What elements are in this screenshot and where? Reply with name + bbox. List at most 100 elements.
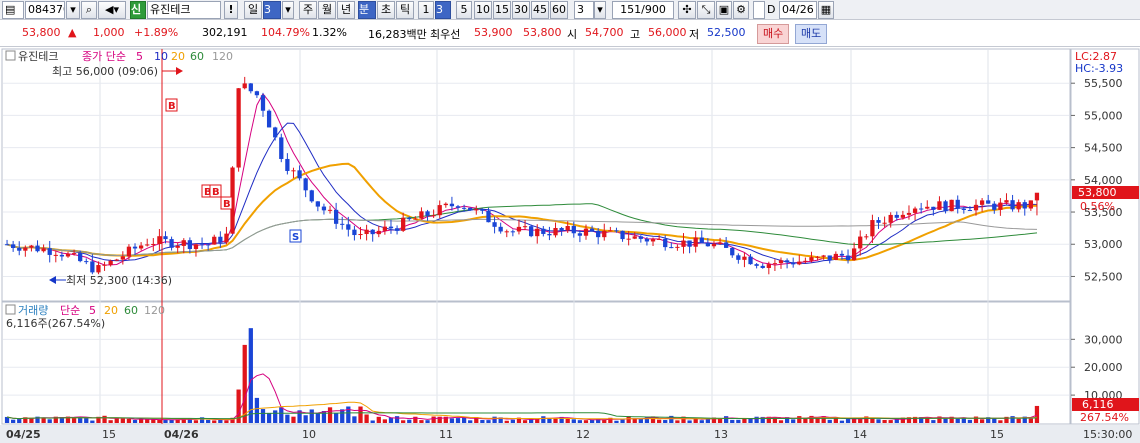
interval-1-button[interactable]: 1 (418, 1, 434, 19)
candle-body (461, 207, 467, 209)
period-minute-button[interactable]: 분 (358, 1, 376, 19)
period-week-button[interactable]: 주 (299, 1, 317, 19)
candle-body (114, 259, 119, 261)
x-tick-label: 04/25 (6, 428, 41, 441)
ma-legend-120: 120 (212, 50, 233, 63)
menu-icon[interactable]: ▤ (2, 1, 24, 19)
candle-body (736, 255, 741, 260)
interval-15-button[interactable]: 15 (493, 1, 511, 19)
candle-body (839, 253, 845, 256)
ma-legend-20: 20 (171, 50, 185, 63)
candle-body (78, 253, 83, 262)
volume-current-marker: 6,116 267.54% (1072, 398, 1139, 424)
count-select[interactable]: 3 (574, 1, 594, 19)
candle-body (297, 170, 302, 179)
volume-bar (717, 418, 723, 423)
calendar-icon[interactable]: ▦ (818, 1, 834, 19)
volume-bar (47, 419, 52, 423)
volume-bar (504, 420, 509, 423)
candle-body (333, 209, 339, 224)
candle-body (11, 244, 16, 248)
buy-button[interactable]: 매수 (757, 24, 790, 44)
interval-10-button[interactable]: 10 (474, 1, 492, 19)
candle-body (577, 233, 583, 236)
candle-body (626, 238, 631, 240)
candle-body (510, 231, 515, 233)
candle-body (650, 239, 656, 242)
period-year-button[interactable]: 년 (337, 1, 355, 19)
interval-5-button[interactable]: 5 (456, 1, 472, 19)
volume-bar (827, 419, 832, 423)
interval-30-button[interactable]: 30 (512, 1, 530, 19)
candle-body (955, 199, 960, 209)
gear-icon[interactable]: ⚙ (733, 1, 749, 19)
volume-bar (687, 420, 692, 423)
price-tick-label: 55,000 (1084, 109, 1123, 122)
volume-bar (407, 419, 412, 423)
volume-bar (309, 409, 314, 423)
volume-bar (102, 415, 107, 423)
interval-3-button[interactable]: 3 (435, 1, 451, 19)
d-checkbox[interactable] (753, 1, 765, 19)
candle-body (876, 220, 881, 223)
volume-bar (425, 420, 430, 423)
candle-body (285, 158, 290, 171)
candle-body (242, 83, 247, 89)
candle-body (224, 233, 229, 243)
volume-bar (370, 420, 375, 423)
period-dropdown-icon[interactable]: ▾ (282, 1, 294, 19)
period-tick-button[interactable]: 틱 (396, 1, 414, 19)
volume-bar (11, 419, 16, 423)
volume-bar (1010, 416, 1015, 423)
interval-60-button[interactable]: 60 (550, 1, 568, 19)
candle-body (132, 246, 138, 249)
price-tick-label: 55,500 (1084, 77, 1123, 90)
candle-body (742, 256, 747, 260)
quote-bar: 53,800 ▲ 1,000 +1.89% 302,191 104.79% 1.… (0, 21, 1140, 47)
volume-bar (583, 420, 589, 423)
interval-45-button[interactable]: 45 (531, 1, 549, 19)
period-month-button[interactable]: 월 (318, 1, 336, 19)
candle-body (126, 246, 132, 257)
candle-body (784, 260, 790, 263)
ma-legend-5: 5 (136, 50, 143, 63)
candle-body (559, 227, 564, 231)
date-field[interactable]: 04/26 (779, 1, 817, 19)
x-tick-label: 15 (102, 428, 116, 441)
draw-line-icon[interactable]: ⤡ (697, 1, 715, 19)
zoom-icon[interactable]: ✣ (678, 1, 696, 19)
candle-body (407, 217, 412, 220)
candle-body (699, 237, 704, 243)
search-icon[interactable]: ⌕ (81, 1, 97, 19)
view-count-field[interactable]: 151/900 (612, 1, 674, 19)
volume-bar (145, 419, 150, 423)
candle-body (394, 228, 400, 231)
sell-button[interactable]: 매도 (795, 24, 828, 44)
save-icon[interactable]: ▣ (716, 1, 732, 19)
volume-bar (126, 418, 132, 423)
candle-body (480, 209, 485, 211)
period-count-button[interactable]: 3 (263, 1, 281, 19)
candle-body (894, 214, 899, 218)
volume-bar (431, 416, 436, 423)
volume-bar (571, 419, 576, 423)
x-tick-label: 13 (714, 428, 728, 441)
speaker-icon[interactable]: ◀▾ (98, 1, 126, 19)
candle-body (413, 218, 418, 220)
code-dropdown-icon[interactable]: ▾ (66, 1, 80, 19)
stock-name-field[interactable]: 유진테크 (147, 1, 221, 19)
volume-bar (791, 419, 796, 423)
vol-ma-60: 60 (124, 304, 138, 317)
candle-body (346, 224, 351, 230)
candle-body (815, 256, 820, 258)
d-checkbox-label: D (767, 3, 776, 16)
period-second-button[interactable]: 초 (377, 1, 395, 19)
price-tick-label: 54,000 (1084, 174, 1123, 187)
alert-button[interactable]: ! (224, 1, 238, 19)
count-dropdown-icon[interactable]: ▾ (594, 1, 606, 19)
candle-body (291, 170, 296, 172)
stock-code-input[interactable]: 084370 (25, 1, 65, 19)
period-day-button[interactable]: 일 (244, 1, 262, 19)
stock-chart[interactable]: BB BBS 52,50053,00053,50054,00054,50055,0… (0, 47, 1140, 443)
candle-body (986, 200, 991, 204)
